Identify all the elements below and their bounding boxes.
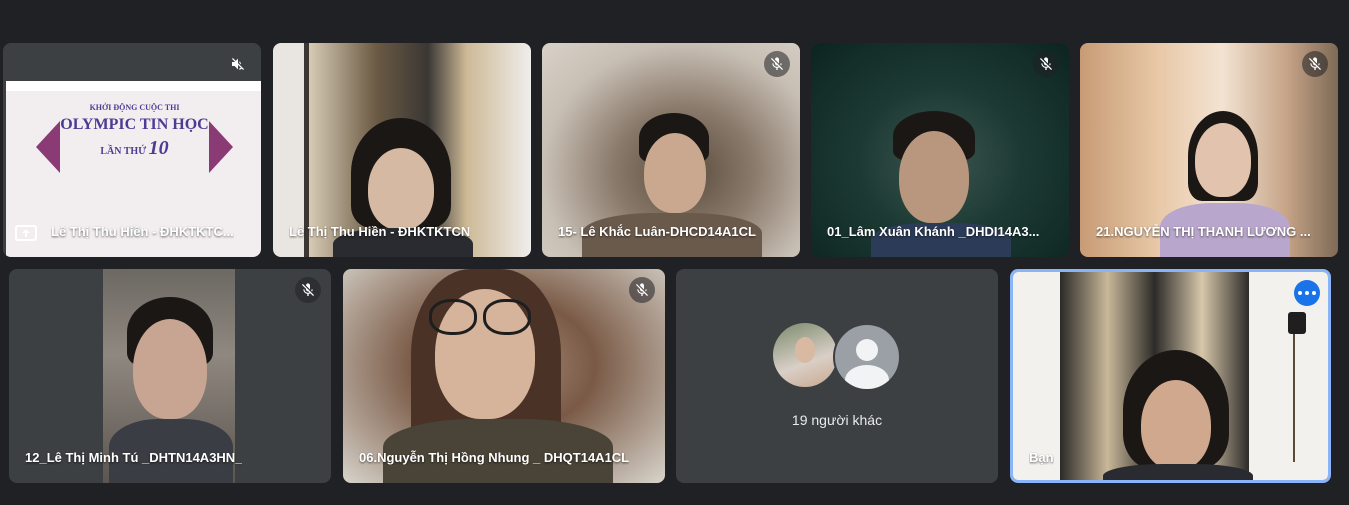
participant-tile[interactable]: 15- Lê Khắc Luân-DHCD14A1CL [542, 43, 800, 257]
avatar [773, 323, 837, 387]
participant-tile[interactable]: 21.NGUYỄN THỊ THANH LƯƠNG ... [1080, 43, 1338, 257]
others-count-label: 19 người khác [791, 412, 883, 428]
face-shape [368, 148, 434, 230]
participant-name: 15- Lê Khắc Luân-DHCD14A1CL [558, 224, 756, 239]
others-avatars [676, 323, 998, 391]
face-shape [644, 133, 706, 213]
participant-name: 01_Lâm Xuân Khánh _DHDI14A3... [827, 224, 1040, 239]
participant-name: 06.Nguyễn Thị Hồng Nhung _ DHQT14A1CL [359, 450, 630, 465]
avatar [833, 323, 901, 391]
participant-name: Lê Thị Thu Hiền - ĐHKTKTCN [289, 224, 471, 239]
mic-off-icon [1033, 51, 1059, 77]
participant-tile[interactable]: Lê Thị Thu Hiền - ĐHKTKTCN [273, 43, 531, 257]
others-tile[interactable]: 19 người khác [676, 269, 998, 483]
more-options-icon[interactable] [1294, 280, 1320, 306]
muted-speaker-icon [225, 51, 251, 77]
mic-off-icon [764, 51, 790, 77]
slide-line1: KHỞI ĐỘNG CUỘC THI [89, 103, 180, 112]
body-shape [1103, 464, 1253, 480]
participant-tile[interactable]: 12_Lê Thị Minh Tú _DHTN14A3HN_ [9, 269, 331, 483]
mic-off-icon [629, 277, 655, 303]
participant-name: 12_Lê Thị Minh Tú _DHTN14A3HN_ [25, 450, 243, 465]
face-shape [1141, 380, 1211, 470]
face-shape [1195, 123, 1251, 197]
participant-tile-presenter[interactable]: KHỞI ĐỘNG CUỘC THI OLYMPIC TIN HỌC LẦN T… [3, 43, 261, 257]
mic-off-icon [1302, 51, 1328, 77]
participant-tile[interactable]: 06.Nguyễn Thị Hồng Nhung _ DHQT14A1CL [343, 269, 665, 483]
floor-lamp-shape [1274, 312, 1314, 462]
slide-line3: LẦN THỨ 10 [100, 137, 169, 159]
slide-number: 10 [148, 137, 169, 159]
slide-line2: OLYMPIC TIN HỌC [60, 116, 209, 133]
person-icon [856, 339, 878, 361]
present-screen-icon [15, 225, 37, 241]
participant-name: Bạn [1029, 450, 1054, 465]
participant-tile[interactable]: 01_Lâm Xuân Khánh _DHDI14A3... [811, 43, 1069, 257]
mic-off-icon [295, 277, 321, 303]
participant-name: Lê Thị Thu Hiền - ĐHKTKTC... [51, 224, 234, 239]
self-tile[interactable]: Bạn [1010, 269, 1331, 483]
face-shape [133, 319, 207, 419]
participant-name: 21.NGUYỄN THỊ THANH LƯƠNG ... [1096, 224, 1311, 239]
glasses-shape [429, 299, 531, 335]
face-shape [899, 131, 969, 223]
